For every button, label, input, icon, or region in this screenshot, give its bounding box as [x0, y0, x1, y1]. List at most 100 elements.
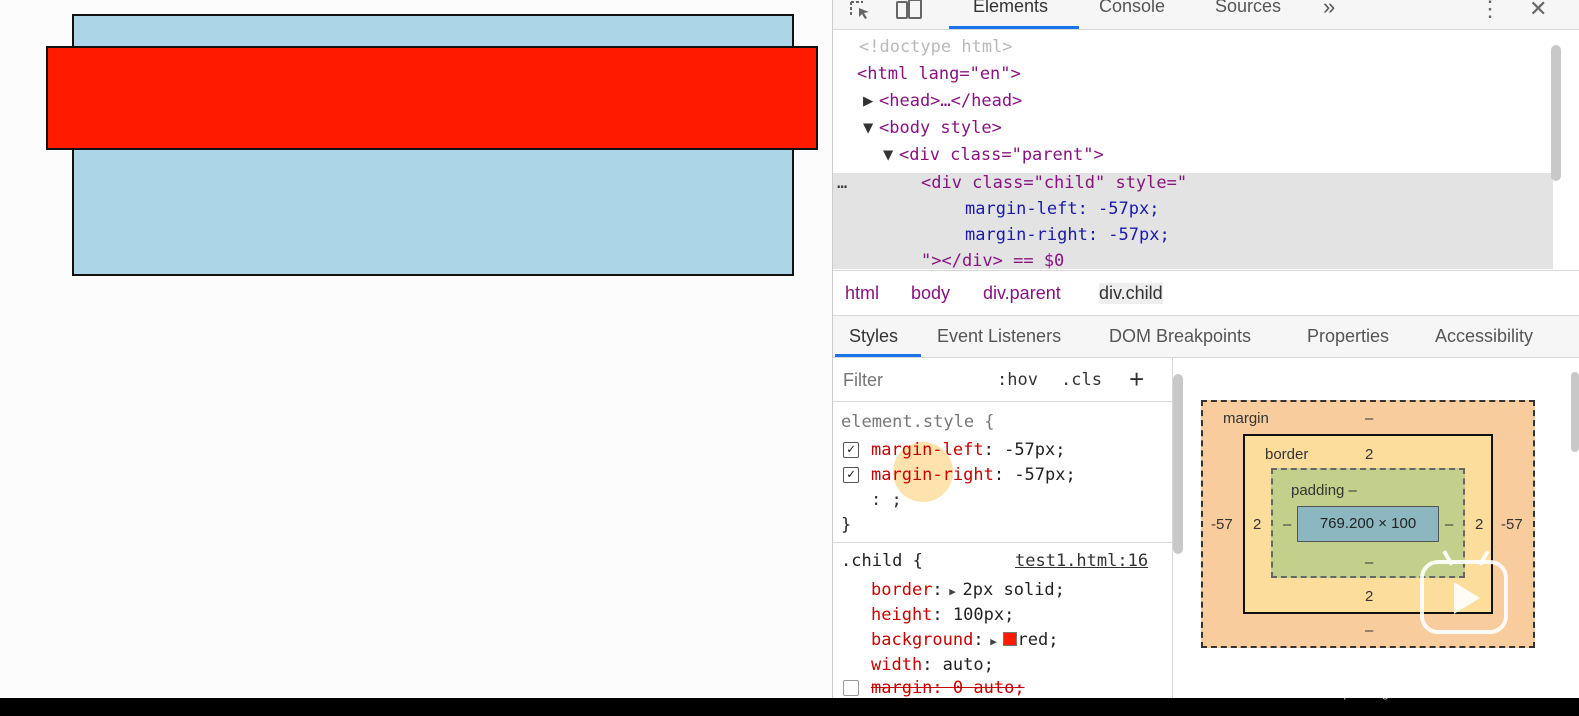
node-actions-icon[interactable]: …: [837, 173, 847, 193]
crumb-body[interactable]: body: [911, 283, 950, 304]
border-left-value: 2: [1253, 516, 1262, 533]
page-viewport: [34, 0, 832, 698]
child-div[interactable]: [46, 46, 818, 150]
collapse-parent-icon[interactable]: ▼: [883, 145, 893, 165]
crumb-html[interactable]: html: [845, 283, 879, 304]
page-left-margin: [0, 0, 34, 698]
color-swatch[interactable]: [1003, 632, 1018, 646]
device-toolbar-icon[interactable]: [895, 0, 923, 22]
box-model-content[interactable]: 769.200 × 100: [1297, 506, 1439, 542]
styles-subtabs: Styles Event Listeners DOM Breakpoints P…: [833, 316, 1579, 358]
margin-bottom-value: –: [1365, 622, 1374, 639]
prop-value: -57px;: [1004, 440, 1066, 460]
dom-child-div[interactable]: <div class="child" style=": [921, 173, 1187, 193]
dom-margin-left: margin-left: -57px;: [965, 199, 1160, 219]
tab-console[interactable]: Console: [1099, 0, 1165, 17]
element-style-close: }: [841, 515, 852, 535]
padding-bottom-value: –: [1365, 554, 1374, 571]
kebab-menu-icon[interactable]: ⋮: [1479, 0, 1501, 21]
prop-name: background: [871, 630, 974, 650]
rule-background[interactable]: background: ▶ red;: [871, 630, 1058, 650]
tab-elements[interactable]: Elements: [973, 0, 1048, 17]
dom-doctype[interactable]: <!doctype html>: [859, 37, 1013, 57]
rule-height[interactable]: height: 100px;: [871, 605, 1014, 625]
active-subtab-indicator: [835, 354, 921, 357]
play-icon: [1454, 582, 1480, 614]
collapse-body-icon[interactable]: ▼: [863, 118, 873, 138]
subtab-event-listeners[interactable]: Event Listeners: [937, 326, 1061, 347]
new-property-editor[interactable]: : ;: [871, 490, 902, 510]
subtab-accessibility[interactable]: Accessibility: [1435, 326, 1533, 347]
styles-filter-input[interactable]: [843, 370, 973, 391]
styles-scrollbar[interactable]: [1173, 374, 1183, 554]
subtab-styles[interactable]: Styles: [849, 326, 898, 347]
box-model-scrollbar[interactable]: [1571, 372, 1579, 452]
dom-html[interactable]: <html lang="en">: [857, 64, 1021, 84]
border-top-value: 2: [1365, 446, 1374, 463]
crumb-div-child[interactable]: div.child: [1099, 283, 1163, 304]
dom-child-close: "></div> == $0: [921, 251, 1065, 269]
inspect-element-icon[interactable]: [849, 0, 873, 22]
crumb-div-parent[interactable]: div.parent: [983, 283, 1061, 304]
tab-sources[interactable]: Sources: [1215, 0, 1281, 17]
margin-label: margin: [1223, 410, 1269, 427]
prop-name: height: [871, 605, 933, 625]
margin-right-value: -57: [1501, 516, 1523, 533]
checkbox-margin-left[interactable]: ✓: [843, 442, 859, 458]
prop-value: auto;: [942, 655, 994, 675]
box-model-diagram: 769.200 × 100 margin – -57 -57 – border …: [1183, 358, 1579, 698]
padding-label: padding –: [1291, 482, 1357, 499]
prop-name: width: [871, 655, 923, 675]
element-style-selector: element.style {: [841, 412, 995, 432]
margin-top-value: –: [1365, 410, 1374, 427]
watermark-url: https://blog.csdn.net/andmirdinck: [1330, 686, 1506, 700]
padding-left-value: –: [1283, 516, 1292, 533]
border-right-value: 2: [1475, 516, 1484, 533]
prop-value: 100px;: [952, 605, 1015, 625]
cls-button[interactable]: .cls: [1061, 370, 1102, 390]
rule-border[interactable]: border: ▶ 2px solid;: [871, 580, 1065, 600]
rule-divider: [833, 542, 1172, 543]
dom-tree: <!doctype html> <html lang="en"> ▶ <head…: [833, 31, 1579, 269]
subtab-dom-breakpoints[interactable]: DOM Breakpoints: [1109, 326, 1251, 347]
rule-margin-right[interactable]: margin-right: -57px;: [871, 465, 1076, 485]
prop-value: 2px solid;: [962, 580, 1065, 600]
active-tab-indicator: [949, 26, 1079, 29]
rule-width[interactable]: width: auto;: [871, 655, 994, 675]
checkbox-margin-right[interactable]: ✓: [843, 467, 859, 483]
expand-shorthand-icon[interactable]: ▶: [984, 635, 1004, 648]
dom-head[interactable]: <head>…</head>: [879, 91, 1022, 111]
devtools-toolbar: Elements Console Sources » ⋮ ✕: [833, 0, 1579, 30]
prop-name: border: [871, 580, 933, 600]
child-selector: .child {: [841, 551, 923, 571]
styles-pane: :hov .cls + element.style { ✓ margin-lef…: [833, 358, 1173, 698]
dom-scrollbar[interactable]: [1551, 45, 1561, 181]
breadcrumb: html body div.parent div.child: [833, 270, 1579, 316]
prop-name: margin-right: [871, 465, 994, 485]
border-label: border: [1265, 446, 1309, 463]
rule-margin-overridden[interactable]: margin: 0 auto;: [871, 678, 1025, 698]
expand-head-icon[interactable]: ▶: [863, 91, 873, 111]
checkbox-margin[interactable]: [843, 680, 859, 696]
hov-button[interactable]: :hov: [997, 370, 1038, 390]
new-style-rule-icon[interactable]: +: [1129, 364, 1144, 395]
bottom-black-bar: [0, 698, 1579, 716]
expand-shorthand-icon[interactable]: ▶: [943, 585, 963, 598]
border-bottom-value: 2: [1365, 588, 1374, 605]
prop-value: 0 auto;: [952, 678, 1025, 698]
prop-value: -57px;: [1014, 465, 1076, 485]
dom-parent-div[interactable]: <div class="parent">: [899, 145, 1104, 165]
more-tabs-icon[interactable]: »: [1323, 0, 1335, 20]
prop-value: red;: [1017, 630, 1059, 650]
padding-right-value: –: [1445, 516, 1454, 533]
video-player-logo: [1420, 550, 1508, 634]
source-link[interactable]: test1.html:16: [1015, 551, 1148, 571]
rule-margin-left[interactable]: margin-left: -57px;: [871, 440, 1066, 460]
prop-name: margin: [871, 678, 933, 698]
prop-name: margin-left: [871, 440, 984, 460]
dom-body[interactable]: <body style>: [879, 118, 1002, 138]
dom-margin-right: margin-right: -57px;: [965, 225, 1170, 245]
close-icon[interactable]: ✕: [1529, 0, 1547, 21]
margin-left-value: -57: [1211, 516, 1233, 533]
subtab-properties[interactable]: Properties: [1307, 326, 1389, 347]
